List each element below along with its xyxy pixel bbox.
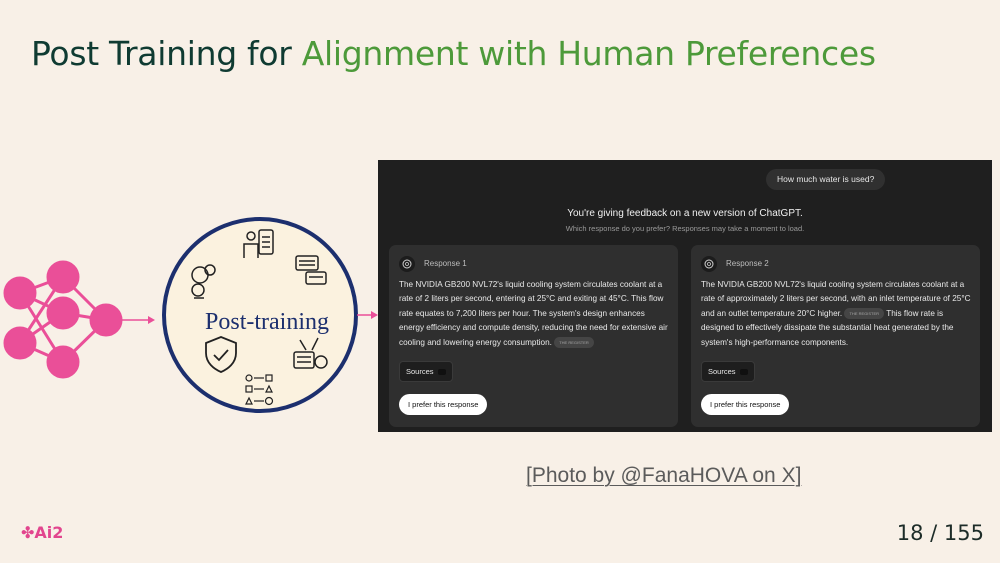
- response-card-2: Response 2 The NVIDIA GB200 NVL72's liqu…: [691, 245, 980, 427]
- user-question-bubble: How much water is used?: [766, 169, 886, 190]
- chatgpt-logo-icon: [399, 256, 415, 272]
- page-current: 18: [896, 521, 924, 545]
- diagram-svg: Post-training: [3, 217, 378, 413]
- source-tag[interactable]: THE REGISTER: [844, 308, 885, 320]
- arrow-to-screenshot-icon: [357, 311, 378, 319]
- sources-button[interactable]: Sources: [701, 361, 755, 382]
- response-card-1: Response 1 The NVIDIA GB200 NVL72's liqu…: [389, 245, 678, 427]
- title-plain: Post Training for: [31, 34, 302, 73]
- ai2-mark-icon: ✤: [21, 523, 35, 542]
- page-total: 155: [943, 521, 984, 545]
- source-favicon-icon: [437, 369, 446, 376]
- photo-credit-link[interactable]: [Photo by @FanaHOVA on X]: [526, 464, 801, 488]
- sources-button[interactable]: Sources: [399, 361, 453, 382]
- slide-title: Post Training for Alignment with Human P…: [31, 34, 876, 73]
- response-text: The NVIDIA GB200 NVL72's liquid cooling …: [701, 278, 971, 350]
- arrow-icon: [122, 316, 155, 324]
- page-number: 18 / 155: [897, 521, 984, 545]
- title-highlight: Alignment with Human Preferences: [301, 34, 876, 73]
- source-tag[interactable]: THE REGISTER: [554, 336, 594, 348]
- response-body: The NVIDIA GB200 NVL72's liquid cooling …: [399, 280, 668, 347]
- sources-label: Sources: [406, 367, 434, 376]
- response-label: Response 2: [726, 259, 769, 268]
- sources-label: Sources: [708, 367, 736, 376]
- response-text: The NVIDIA GB200 NVL72's liquid cooling …: [399, 278, 669, 350]
- neural-network-icon: [3, 260, 123, 379]
- page-separator: /: [930, 521, 938, 545]
- response-label: Response 1: [424, 259, 467, 268]
- chatgpt-feedback-screenshot: How much water is used? You're giving fe…: [378, 160, 992, 432]
- prefer-response-1-button[interactable]: I prefer this response: [399, 394, 488, 415]
- ai2-logo: ✤Ai2: [21, 523, 63, 542]
- ai2-logo-text: Ai2: [34, 523, 64, 542]
- chatgpt-logo-icon: [701, 256, 717, 272]
- post-training-diagram: Post-training: [0, 200, 380, 420]
- feedback-heading: You're giving feedback on a new version …: [567, 208, 803, 219]
- feedback-subheading: Which response do you prefer? Responses …: [565, 224, 805, 233]
- post-training-label: Post-training: [205, 309, 329, 335]
- prefer-response-2-button[interactable]: I prefer this response: [701, 394, 790, 415]
- source-favicon-icon: [739, 369, 748, 376]
